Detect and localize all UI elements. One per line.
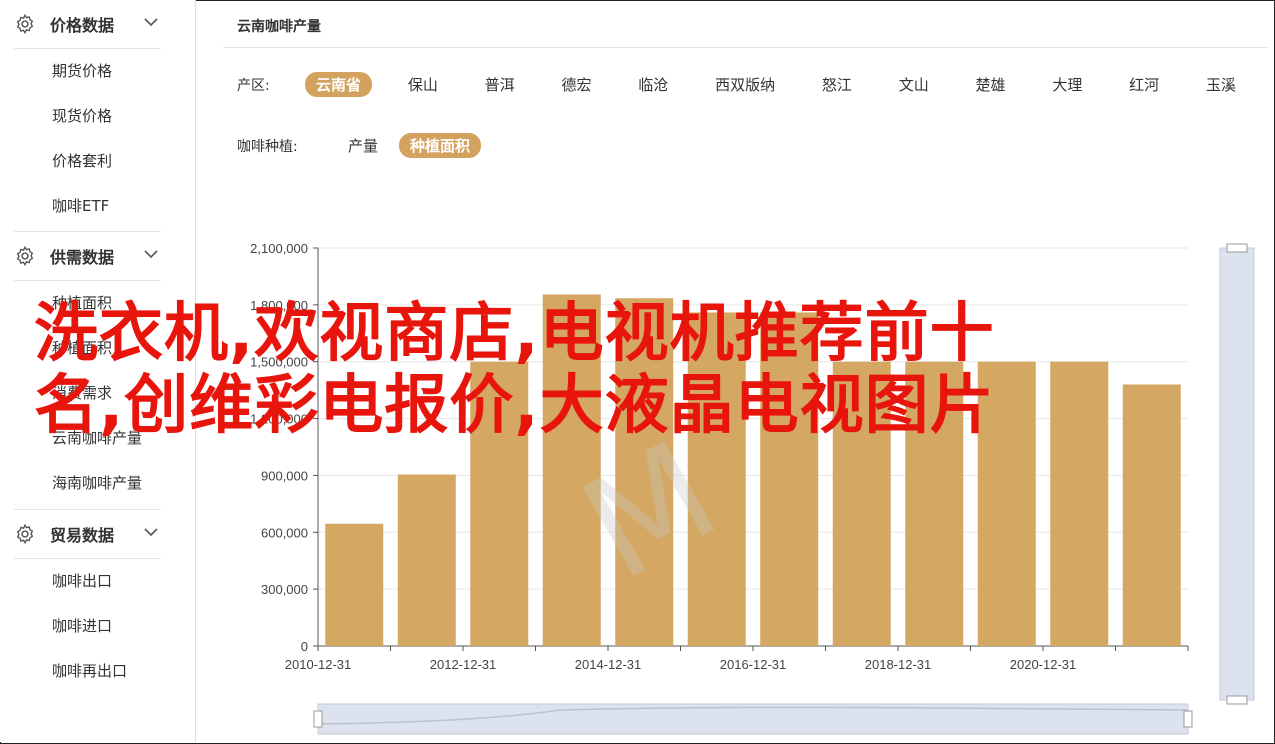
x-tick-label: 2018-12-31: [865, 657, 932, 672]
menu-item-export[interactable]: 咖啡出口: [0, 559, 195, 604]
chevron-down-icon[interactable]: [144, 17, 158, 27]
region-chip[interactable]: 怒江: [811, 72, 863, 97]
region-chip-list: 云南省 保山 普洱 德宏 临沧 西双版纳 怒江 文山 楚雄 大理 红河 玉溪: [305, 72, 1247, 97]
region-chip[interactable]: 玉溪: [1195, 72, 1247, 97]
region-chip[interactable]: 德宏: [550, 72, 602, 97]
y-tick-label: 600,000: [261, 525, 308, 540]
x-tick-label: 2016-12-31: [720, 657, 787, 672]
type-filter-label: 咖啡种植:: [237, 138, 298, 155]
chevron-down-icon[interactable]: [144, 249, 158, 259]
type-chip[interactable]: 产量: [337, 133, 389, 158]
y-tick-label: 300,000: [261, 582, 308, 597]
overlay-headline: 洗衣机,欢视商店,电视机推荐前十 名,创维彩电报价,大液晶电视图片: [34, 298, 1234, 442]
overlay-line: 洗衣机,欢视商店,电视机推荐前十: [34, 297, 995, 371]
type-chip[interactable]: 种植面积: [399, 133, 482, 158]
x-tick-label: 2012-12-31: [430, 657, 497, 672]
group-header-trade[interactable]: 贸易数据: [0, 510, 195, 558]
region-chip[interactable]: 红河: [1118, 72, 1170, 97]
gear-icon: [16, 13, 34, 35]
menu-item-arbitrage[interactable]: 价格套利: [0, 139, 195, 184]
region-chip[interactable]: 西双版纳: [704, 72, 786, 97]
type-filter: 咖啡种植: 产量 种植面积: [237, 133, 482, 158]
sidebar-group-trade: 贸易数据 咖啡出口 咖啡进口 咖啡再出口: [0, 509, 195, 694]
x-tick-label: 2020-12-31: [1010, 657, 1077, 672]
gear-icon: [16, 245, 34, 267]
group-header-price[interactable]: 价格数据: [0, 0, 195, 48]
chevron-down-icon[interactable]: [144, 527, 158, 537]
region-chip[interactable]: 保山: [397, 72, 449, 97]
group-title: 供需数据: [50, 248, 115, 267]
region-chip[interactable]: 楚雄: [965, 72, 1017, 97]
region-chip[interactable]: 普洱: [474, 72, 526, 97]
menu-item-reexport[interactable]: 咖啡再出口: [0, 649, 195, 694]
y-tick-label: 0: [301, 639, 308, 654]
region-chip[interactable]: 临沧: [627, 72, 679, 97]
menu-item-spot[interactable]: 现货价格: [0, 94, 195, 139]
region-chip[interactable]: 云南省: [305, 72, 373, 97]
x-tick-label: 2014-12-31: [575, 657, 642, 672]
region-chip[interactable]: 大理: [1041, 72, 1093, 97]
group-header-supply[interactable]: 供需数据: [0, 232, 195, 280]
page-title: 云南咖啡产量: [237, 19, 321, 35]
horizontal-zoom-slider[interactable]: [313, 703, 1193, 735]
x-axis: 2010-12-31 2012-12-31 2014-12-31 2016-12-31…: [285, 646, 1189, 672]
bar: [325, 523, 384, 646]
slider-handle: [1226, 243, 1248, 253]
sidebar-group-price: 价格数据 期货价格 现货价格 价格套利 咖啡ETF: [0, 0, 195, 229]
y-tick-label: 2,100,000: [250, 241, 308, 256]
region-filter: 产区: 云南省 保山 普洱 德宏 临沧 西双版纳 怒江 文山 楚雄 大理 红河 …: [237, 72, 1247, 97]
menu-item-futures[interactable]: 期货价格: [0, 49, 195, 94]
menu-item-hainan-output[interactable]: 海南咖啡产量: [0, 461, 195, 506]
gear-icon: [16, 523, 34, 545]
menu-item-import[interactable]: 咖啡进口: [0, 604, 195, 649]
slider-handle: [1183, 710, 1193, 728]
region-chip[interactable]: 文山: [888, 72, 940, 97]
group-title: 贸易数据: [50, 526, 115, 545]
divider: [223, 47, 1268, 48]
y-tick-label: 900,000: [261, 468, 308, 483]
group-title: 价格数据: [50, 16, 115, 35]
x-tick-label: 2010-12-31: [285, 657, 352, 672]
slider-handle: [313, 710, 323, 728]
overlay-line: 名,创维彩电报价,大液晶电视图片: [34, 369, 995, 443]
slider-handle: [1226, 695, 1248, 705]
bar: [397, 474, 456, 646]
menu-item-etf[interactable]: 咖啡ETF: [0, 184, 195, 229]
region-filter-label: 产区:: [237, 77, 270, 94]
